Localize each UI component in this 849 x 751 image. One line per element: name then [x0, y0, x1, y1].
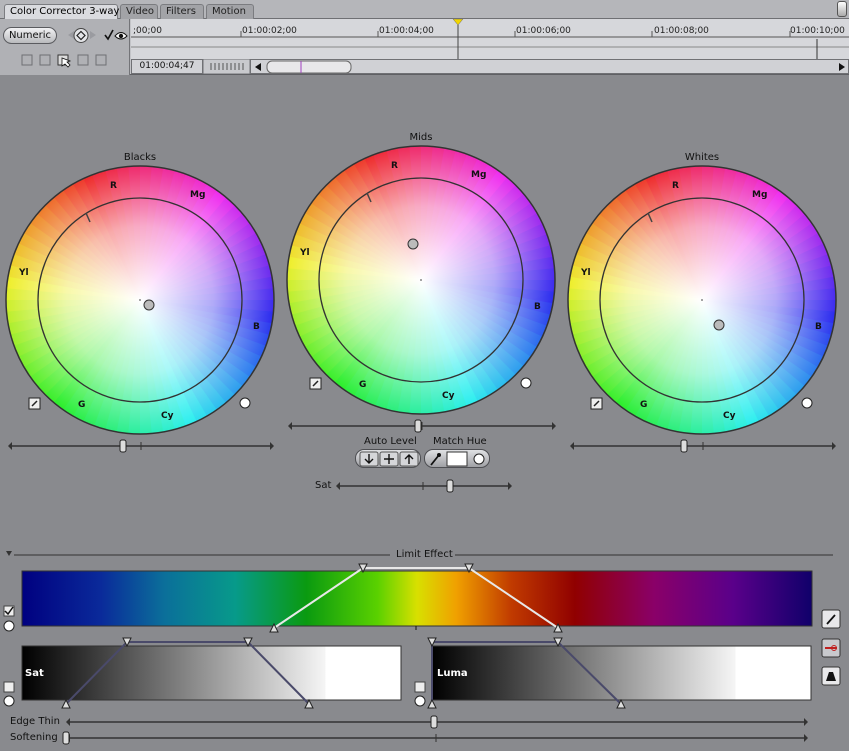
tab-color-corrector[interactable]: Color Corrector 3-way	[4, 4, 120, 19]
prev-keyframe-icon	[68, 31, 74, 39]
match-hue-buttons	[424, 449, 490, 468]
hue-label-b: B	[253, 322, 260, 332]
auto-white-button[interactable]	[399, 451, 419, 467]
tab-label: Motion	[212, 6, 246, 17]
scroll-right-icon	[839, 63, 845, 71]
softening-thumb[interactable]	[62, 731, 70, 745]
disclosure-triangle-icon	[6, 551, 12, 556]
timeline-scrollbar[interactable]	[250, 59, 849, 74]
tab-label: Filters	[166, 6, 196, 17]
edge-thin-thumb[interactable]	[430, 715, 438, 729]
keyframe-navigator[interactable]	[62, 27, 102, 44]
sat-label: Sat	[315, 480, 332, 491]
softening-label: Softening	[10, 732, 58, 743]
match-hue-label: Match Hue	[433, 436, 487, 447]
reset-icon[interactable]	[3, 695, 15, 707]
next-keyframe-icon	[90, 31, 96, 39]
hue-label-yl: Yl	[19, 268, 29, 278]
auto-level-buttons	[355, 449, 421, 468]
view-toggle[interactable]	[104, 28, 128, 43]
hue-label-mg: Mg	[471, 170, 487, 180]
luma-bar-label: Luma	[437, 668, 468, 679]
keyframe-button-icon	[73, 28, 89, 43]
mids-balance-knob[interactable]	[407, 238, 419, 250]
hue-label-g: G	[359, 380, 367, 390]
mids-title: Mids	[409, 132, 433, 143]
auto-contrast-button[interactable]	[379, 451, 399, 467]
hand-cursor-icon	[61, 57, 72, 68]
tab-label: Video	[126, 6, 155, 17]
color-wheels-overlay	[5, 145, 837, 493]
checkmark-icon	[104, 29, 114, 41]
swatch-icon[interactable]	[446, 451, 468, 467]
window-resize-handle[interactable]	[837, 1, 847, 17]
eyedropper-icon[interactable]	[821, 609, 841, 629]
sat-enable-checkbox[interactable]	[3, 681, 15, 693]
sat-bar-label: Sat	[25, 668, 44, 679]
reset-icon[interactable]	[414, 695, 426, 707]
numeric-label: Numeric	[8, 30, 52, 41]
blacks-level-thumb	[119, 439, 127, 453]
luma-range-bar[interactable]	[431, 645, 812, 701]
tab-label: Color Corrector 3-way	[10, 6, 120, 17]
hue-label-mg: Mg	[190, 190, 206, 200]
limit-effect-section	[3, 551, 841, 745]
hue-label-r: R	[110, 181, 117, 191]
tab-bar: Color Corrector 3-way Video Filters Moti…	[0, 0, 849, 19]
limit-effect-title: Limit Effect	[394, 549, 455, 560]
eyedropper-icon[interactable]	[430, 453, 441, 466]
luma-enable-checkbox[interactable]	[414, 681, 426, 693]
edge-thin-label: Edge Thin	[10, 716, 60, 727]
key-icon[interactable]	[821, 638, 841, 658]
tool-icons-row[interactable]	[20, 52, 110, 68]
current-timecode[interactable]: 01:00:04;47	[131, 59, 203, 74]
hue-label-g: G	[640, 400, 648, 410]
blacks-balance-knob[interactable]	[143, 299, 155, 311]
playhead-icon	[452, 19, 464, 26]
whites-title: Whites	[684, 152, 720, 163]
whites-level-thumb	[680, 439, 688, 453]
sat-thumb	[446, 479, 454, 493]
hue-label-b: B	[815, 322, 822, 332]
hue-label-mg: Mg	[752, 190, 768, 200]
hue-range-bar[interactable]	[21, 570, 813, 627]
hue-label-b: B	[534, 302, 541, 312]
zoom-slider[interactable]	[203, 59, 250, 74]
hue-label-g: G	[78, 400, 86, 410]
scroll-left-icon	[255, 63, 261, 71]
ruler-ticks	[131, 19, 849, 59]
blacks-title: Blacks	[123, 152, 157, 163]
hue-label-r: R	[391, 161, 398, 171]
hue-label-cy: Cy	[442, 391, 455, 401]
hue-label-yl: Yl	[300, 248, 310, 258]
whites-balance-knob[interactable]	[713, 319, 725, 331]
numeric-button[interactable]: Numeric	[3, 27, 57, 44]
tab-motion[interactable]: Motion	[206, 4, 254, 19]
reset-icon[interactable]	[473, 453, 485, 465]
shape-icon[interactable]	[821, 666, 841, 686]
tab-filters[interactable]: Filters	[160, 4, 204, 19]
tab-video[interactable]: Video	[120, 4, 158, 19]
mids-level-thumb	[414, 419, 422, 433]
auto-level-label: Auto Level	[364, 436, 417, 447]
auto-black-button[interactable]	[359, 451, 379, 467]
hue-label-cy: Cy	[161, 411, 174, 421]
reset-icon[interactable]	[3, 620, 15, 632]
hue-label-yl: Yl	[581, 268, 591, 278]
hue-label-r: R	[672, 181, 679, 191]
hue-label-cy: Cy	[723, 411, 736, 421]
